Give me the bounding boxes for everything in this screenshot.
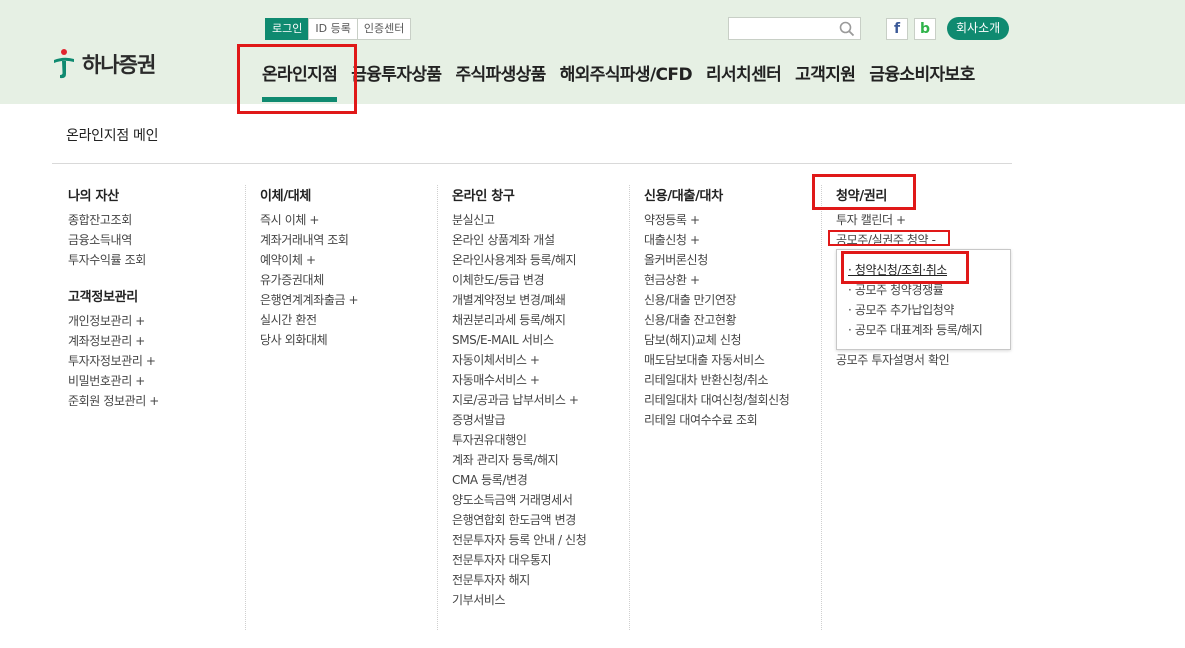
- menu-item[interactable]: 지로/공과금 납부서비스 +: [452, 390, 627, 410]
- menu-group-title[interactable]: 나의 자산: [68, 185, 244, 204]
- menu-item[interactable]: 신용/대출 잔고현황: [644, 310, 819, 330]
- util-link-2[interactable]: 인증센터: [356, 18, 412, 40]
- logo-mark-icon: [52, 48, 76, 80]
- nav-item-6[interactable]: 금융소비자보호: [869, 60, 975, 85]
- facebook-icon[interactable]: f: [886, 18, 908, 40]
- menu-item[interactable]: 공모주 투자설명서 확인: [836, 350, 1011, 370]
- menu-item[interactable]: 은행연계계좌출금 +: [260, 290, 435, 310]
- menu-item[interactable]: 자동매수서비스 +: [452, 370, 627, 390]
- menu-item[interactable]: 당사 외화대체: [260, 330, 435, 350]
- menu-item[interactable]: 기부서비스: [452, 590, 627, 610]
- main-nav: 온라인지점 금융투자상품 주식파생상품 해외주식파생/CFD 리서치센터 고객지원 금융소비…: [262, 60, 989, 102]
- menu-item[interactable]: 대출신청 +: [644, 230, 819, 250]
- menu-group-title[interactable]: 온라인 창구: [452, 185, 627, 204]
- menu-item[interactable]: 담보(해지)교체 신청: [644, 330, 819, 350]
- nav-item-0[interactable]: 온라인지점: [262, 60, 338, 102]
- menu-item[interactable]: 증명서발급: [452, 410, 627, 430]
- menu-item[interactable]: 투자권유대행인: [452, 430, 627, 450]
- submenu-item[interactable]: · 공모주 청약경쟁률: [848, 280, 1010, 300]
- menu-item[interactable]: 투자자정보관리 +: [68, 351, 244, 371]
- menu-group-title[interactable]: 고객정보관리: [68, 286, 244, 305]
- util-link-0[interactable]: 로그인: [265, 18, 310, 40]
- menu-item[interactable]: 준회원 정보관리 +: [68, 391, 244, 411]
- menu-group-title[interactable]: 신용/대출/대차: [644, 185, 819, 204]
- search-box: [728, 17, 861, 40]
- header-bar: 하나증권 로그인 ID 등록 인증센터 f b 회사소개 온라인지점 금융투자상품 주식…: [0, 0, 1185, 104]
- nav-item-4[interactable]: 리서치센터: [706, 60, 782, 85]
- menu-item[interactable]: 개별계약정보 변경/폐쇄: [452, 290, 627, 310]
- logo[interactable]: 하나증권: [52, 48, 156, 80]
- menu-item[interactable]: 비밀번호관리 +: [68, 371, 244, 391]
- menu-item[interactable]: 리테일대차 대여신청/철회신청: [644, 390, 819, 410]
- util-link-1[interactable]: ID 등록: [308, 18, 358, 40]
- menu-item[interactable]: 매도담보대출 자동서비스: [644, 350, 819, 370]
- menu-item[interactable]: 예약이체 +: [260, 250, 435, 270]
- menu-item[interactable]: 온라인 상품계좌 개설: [452, 230, 627, 250]
- logo-text: 하나증권: [82, 53, 156, 77]
- menu-item[interactable]: 은행연합회 한도금액 변경: [452, 510, 627, 530]
- menu-item[interactable]: 분실신고: [452, 210, 627, 230]
- nav-item-3[interactable]: 해외주식파생/CFD: [560, 60, 693, 85]
- nav-item-2[interactable]: 주식파생상품: [455, 60, 546, 85]
- menu-column-1: 나의 자산종합잔고조회 금융소득내역 투자수익률 조회고객정보관리개인정보관리 + 계…: [54, 185, 244, 630]
- subscription-submenu: · 청약신청/조회·취소 · 공모주 청약경쟁률 · 공모주 추가납입청약 · 공모주…: [836, 249, 1011, 350]
- menu-item[interactable]: 즉시 이체 +: [260, 210, 435, 230]
- menu-item[interactable]: 개인정보관리 +: [68, 311, 244, 331]
- menu-item[interactable]: 실시간 환전: [260, 310, 435, 330]
- menu-item[interactable]: CMA 등록/변경: [452, 470, 627, 490]
- menu-item[interactable]: 전문투자자 해지: [452, 570, 627, 590]
- menu-item[interactable]: 올커버론신청: [644, 250, 819, 270]
- nav-item-5[interactable]: 고객지원: [795, 60, 856, 85]
- menu-item[interactable]: 계좌거래내역 조회: [260, 230, 435, 250]
- search-icon[interactable]: [838, 20, 856, 38]
- company-intro-button[interactable]: 회사소개: [947, 17, 1010, 40]
- menu-group-title[interactable]: 이체/대체: [260, 185, 435, 204]
- menu-item[interactable]: 리테일 대여수수료 조회: [644, 410, 819, 430]
- search-input[interactable]: [729, 19, 833, 40]
- menu-item[interactable]: 약정등록 +: [644, 210, 819, 230]
- menu-item[interactable]: 신용/대출 만기연장: [644, 290, 819, 310]
- menu-item[interactable]: 자동이체서비스 +: [452, 350, 627, 370]
- util-links: 로그인 ID 등록 인증센터: [265, 18, 412, 40]
- menu-item[interactable]: 전문투자자 대우통지: [452, 550, 627, 570]
- menu-item[interactable]: 현금상환 +: [644, 270, 819, 290]
- menu-item[interactable]: 계좌정보관리 +: [68, 331, 244, 351]
- menu-item[interactable]: 공모주/실권주 청약 -: [836, 230, 1011, 250]
- divider: [52, 163, 1012, 164]
- menu-column-2: 이체/대체즉시 이체 + 계좌거래내역 조회 예약이체 + 유가증권대체 은행연계계좌출…: [245, 185, 435, 630]
- menu-item[interactable]: 종합잔고조회: [68, 210, 244, 230]
- menu-item[interactable]: 채권분리과세 등록/해지: [452, 310, 627, 330]
- menu-item[interactable]: 유가증권대체: [260, 270, 435, 290]
- menu-item[interactable]: 금융소득내역: [68, 230, 244, 250]
- menu-item[interactable]: 계좌 관리자 등록/해지: [452, 450, 627, 470]
- menu-item[interactable]: 이체한도/등급 변경: [452, 270, 627, 290]
- submenu-item[interactable]: · 청약신청/조회·취소: [848, 260, 1010, 280]
- submenu-item[interactable]: · 공모주 대표계좌 등록/해지: [848, 320, 1010, 340]
- menu-column-4: 신용/대출/대차약정등록 + 대출신청 + 올커버론신청 현금상환 + 신용/대출 만기…: [629, 185, 819, 630]
- menu-column-3: 온라인 창구분실신고 온라인 상품계좌 개설 온라인사용계좌 등록/해지 이체한도/등…: [437, 185, 627, 630]
- menu-item[interactable]: SMS/E-MAIL 서비스: [452, 330, 627, 350]
- menu-item[interactable]: 투자 캘린더 +: [836, 210, 1011, 230]
- menu-item[interactable]: 양도소득금액 거래명세서: [452, 490, 627, 510]
- menu-item[interactable]: 전문투자자 등록 안내 / 신청: [452, 530, 627, 550]
- breadcrumb[interactable]: 온라인지점 메인: [66, 125, 159, 145]
- blog-icon[interactable]: b: [914, 18, 936, 40]
- menu-item[interactable]: 리테일대차 반환신청/취소: [644, 370, 819, 390]
- menu-item[interactable]: 투자수익률 조회: [68, 250, 244, 270]
- menu-group-title[interactable]: 청약/권리: [836, 185, 1011, 204]
- submenu-item[interactable]: · 공모주 추가납입청약: [848, 300, 1010, 320]
- nav-item-1[interactable]: 금융투자상품: [351, 60, 442, 85]
- menu-item[interactable]: 온라인사용계좌 등록/해지: [452, 250, 627, 270]
